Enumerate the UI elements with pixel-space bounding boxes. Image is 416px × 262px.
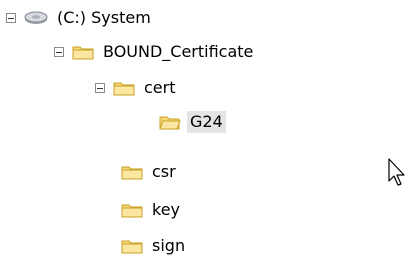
tree-node-key[interactable]: key bbox=[121, 198, 183, 222]
tree-node-cert[interactable]: cert bbox=[95, 76, 179, 100]
tree-node-bound-certificate[interactable]: BOUND_Certificate bbox=[54, 40, 256, 64]
folder-tree: (C:) System BOUND_Certificate cert G24 c… bbox=[0, 0, 416, 262]
tree-node-g24[interactable]: G24 bbox=[159, 110, 226, 134]
folder-icon bbox=[113, 80, 135, 96]
tree-node-sign[interactable]: sign bbox=[121, 234, 188, 258]
tree-node-label: BOUND_Certificate bbox=[103, 42, 254, 61]
folder-icon bbox=[121, 238, 143, 254]
drive-icon bbox=[24, 10, 48, 26]
folder-icon bbox=[121, 202, 143, 218]
mouse-pointer-icon bbox=[388, 158, 408, 192]
tree-node-label: key bbox=[152, 200, 181, 219]
tree-node-csr[interactable]: csr bbox=[121, 160, 179, 184]
collapse-toggle[interactable] bbox=[54, 47, 64, 57]
tree-node-label: (C:) System bbox=[57, 8, 151, 27]
tree-node-drive-c[interactable]: (C:) System bbox=[6, 6, 154, 30]
folder-icon bbox=[121, 164, 143, 180]
tree-node-label: cert bbox=[144, 78, 176, 97]
folder-open-icon bbox=[159, 114, 181, 130]
collapse-toggle[interactable] bbox=[6, 13, 16, 23]
folder-icon bbox=[72, 44, 94, 60]
tree-node-label: csr bbox=[152, 162, 176, 181]
collapse-toggle[interactable] bbox=[95, 83, 105, 93]
tree-node-label: sign bbox=[152, 236, 186, 255]
tree-node-label: G24 bbox=[187, 111, 226, 133]
